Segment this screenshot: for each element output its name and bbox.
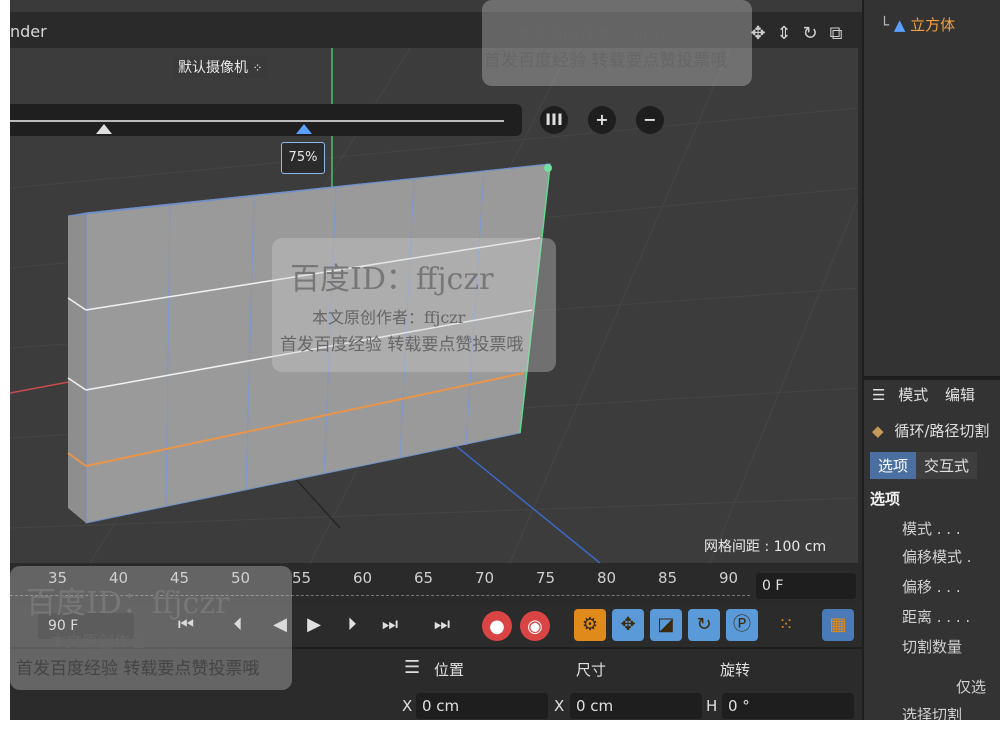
tick-label: 60 [353,569,373,587]
keyframe-selection-icon[interactable]: ⚙ [574,609,606,641]
slider-percent-label: 75% [281,142,325,174]
attr-mode: 模式 . . . [902,520,961,538]
tick-label: 80 [597,569,617,587]
position-key-icon[interactable]: ✥ [612,609,644,641]
slider-line [10,120,504,122]
rotate-view-icon[interactable]: ↻ [800,24,820,44]
tick-label: 65 [414,569,434,587]
cinema4d-window: nder ✥ ⇕ ↻ ⧉ 默认摄像机 ⁘ 75% III + − 网格间距: … [10,0,1000,720]
cube-object-icon: ▲ [893,16,906,34]
pos-x-label: X [402,697,413,715]
viewport-nav-icons: ✥ ⇕ ↻ ⧉ [748,24,846,44]
go-to-end-icon[interactable]: ⏭ [426,609,458,641]
next-key-icon[interactable]: ⏭ [374,609,406,641]
pos-x-field[interactable]: 0 cm [416,693,548,719]
position-header: 位置 [434,661,465,679]
dolly-view-icon[interactable]: ⇕ [774,24,794,44]
panel-divider [864,376,1000,380]
attr-select-cuts: 选择切割 [902,706,963,720]
menu-edit[interactable]: 编辑 [945,386,975,404]
attr-distance: 距离 . . . . [902,608,971,626]
tool-header: ◆ 循环/路径切割 [872,420,989,441]
tick-label: 55 [292,569,312,587]
menu-mode[interactable]: 模式 [898,386,928,404]
coord-menu-icon[interactable]: ☰ [404,657,420,678]
attr-offset-mode: 偏移模式 . [902,548,972,566]
autokey-icon[interactable]: ◉ [520,611,550,641]
tick-label: 70 [475,569,495,587]
tick-label: 90 [719,569,739,587]
hamburger-icon[interactable]: ☰ [872,386,885,404]
slider-handle-white[interactable] [96,124,112,134]
remove-cut-button[interactable]: − [636,106,664,134]
watermark-bg-center [272,238,556,372]
film-icon[interactable]: ▦ [822,609,854,641]
watermark-bg-bottom [10,566,292,690]
rotation-key-icon[interactable]: ↻ [688,609,720,641]
tree-branch-icon: └ [880,16,890,34]
size-x-label: X [554,697,565,715]
attr-cut-count: 切割数量 [902,638,963,656]
maximize-view-icon[interactable]: ⧉ [826,24,846,44]
watermark-bg-top [482,0,752,86]
size-header: 尺寸 [576,661,607,679]
slider-handle-blue[interactable] [296,124,312,134]
record-keys-icon[interactable]: ● [482,611,512,641]
point-level-icon[interactable]: ⁙ [770,609,802,641]
rot-h-label: H [706,697,718,715]
section-title: 选项 [870,490,901,508]
attribute-tabs: 选项 交互式 [870,452,978,479]
attr-selected-only: 仅选 [956,678,987,696]
tab-options[interactable]: 选项 [870,452,917,479]
tick-label: 75 [536,569,556,587]
camera-label[interactable]: 默认摄像机 ⁘ [174,56,267,78]
rot-h-field[interactable]: 0 ° [722,693,854,719]
pause-slider-button[interactable]: III [540,106,568,134]
scale-key-icon[interactable]: ◪ [650,609,682,641]
play-icon[interactable]: ▶ [298,609,330,641]
tab-interactive[interactable]: 交互式 [916,452,978,479]
tick-label: 85 [658,569,678,587]
rotation-header: 旋转 [720,661,751,679]
attributes-menu-bar: ☰ 模式 编辑 [872,384,975,405]
size-x-field[interactable]: 0 cm [570,693,702,719]
object-item-cube[interactable]: └ ▲ 立方体 [880,14,955,35]
camera-icon: ⁘ [252,61,263,75]
add-cut-button[interactable]: + [588,106,616,134]
current-frame-field[interactable]: 0 F [756,573,856,599]
viewport-title: nder [10,22,47,41]
right-panel: └ ▲ 立方体 ☰ 模式 编辑 ◆ 循环/路径切割 选项 交互式 选项 模式 .… [862,0,1000,720]
parameter-key-icon[interactable]: Ⓟ [726,609,758,641]
grid-spacing-label: 网格间距 : 100 cm [704,539,827,555]
tool-name: 循环/路径切割 [894,422,990,440]
loop-cut-tool-icon: ◆ [872,422,884,440]
attr-offset: 偏移 . . . [902,578,961,596]
next-frame-icon[interactable]: ⏵ [336,609,368,641]
